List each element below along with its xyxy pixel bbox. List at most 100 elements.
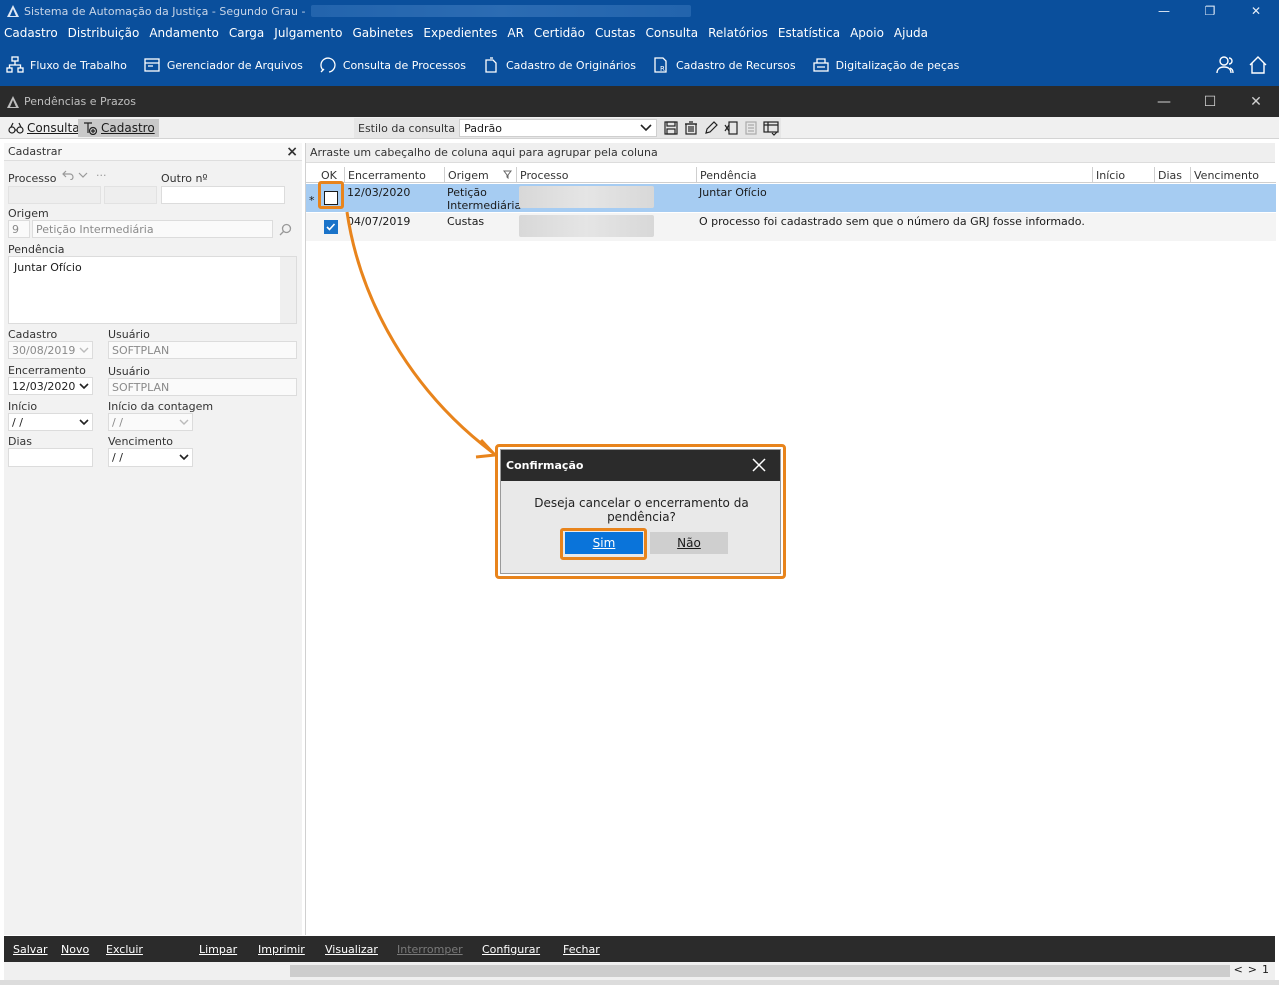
close-button[interactable]: ✕ [1233, 0, 1279, 22]
query-style-value: Padrão [464, 121, 502, 135]
toolbar-label: Fluxo de Trabalho [30, 58, 127, 72]
toolbar-label: Digitalização de peças [835, 58, 960, 72]
grid-header: OK Encerramento Origem Processo Pendênci… [306, 167, 1276, 183]
menu-cadastro[interactable]: Cadastro [4, 26, 58, 40]
query-style-label: Estilo da consulta [358, 121, 456, 135]
users-icon[interactable] [1215, 54, 1237, 76]
menu-ajuda[interactable]: Ajuda [894, 26, 928, 40]
cadastrar-header: Cadastrar × [4, 143, 302, 161]
toolbar-cadastro-de-originarios[interactable]: Cadastro de Originários [482, 56, 636, 74]
pager-prev-button[interactable]: < [1234, 963, 1243, 976]
horizontal-scrollbar[interactable] [290, 965, 1230, 977]
outro-numero-input[interactable] [161, 186, 285, 204]
column-header-encerramento[interactable]: Encerramento [345, 167, 445, 183]
cadastro-date-select[interactable]: 30/08/2019 [8, 341, 93, 359]
no-button-label: Não [677, 536, 701, 550]
close-icon[interactable] [750, 456, 768, 474]
child-close-button[interactable]: ✕ [1233, 86, 1279, 117]
inicio-contagem-value: / / [112, 415, 123, 429]
dialog-message: Deseja cancelar o encerramento da pendên… [534, 496, 749, 524]
toolbar-consulta-de-processos[interactable]: Consulta de Processos [319, 56, 466, 74]
column-header-dias[interactable]: Dias [1155, 167, 1191, 183]
menu-carga[interactable]: Carga [229, 26, 264, 40]
app-title-bar: Sistema de Automação da Justiça - Segund… [0, 0, 1279, 22]
undo-icon[interactable] [62, 170, 74, 180]
interromper-button[interactable]: Interromper [397, 936, 463, 962]
edit-style-icon[interactable] [703, 120, 719, 136]
inicio-date-select[interactable]: / / [8, 413, 93, 431]
menu-relatorios[interactable]: Relatórios [708, 26, 768, 40]
origem-description-input[interactable]: Petição Intermediária [32, 220, 273, 238]
restore-button[interactable]: ❐ [1187, 0, 1233, 22]
cell-origem-line1: Custas [447, 215, 485, 228]
column-header-inicio[interactable]: Início [1093, 167, 1155, 183]
menu-julgamento[interactable]: Julgamento [274, 26, 342, 40]
menu-ar[interactable]: AR [507, 26, 524, 40]
minimize-button[interactable]: — [1141, 0, 1187, 22]
child-logo-icon [7, 95, 19, 108]
no-button[interactable]: Não [650, 532, 728, 554]
menu-consulta[interactable]: Consulta [646, 26, 699, 40]
vencimento-date-select[interactable]: / / [108, 448, 193, 467]
tab-cadastro[interactable]: Cadastro [78, 119, 159, 137]
toolbar-label: Gerenciador de Arquivos [166, 58, 303, 72]
toolbar-cadastro-de-recursos[interactable]: R Cadastro de Recursos [652, 56, 796, 74]
limpar-button[interactable]: Limpar [199, 936, 237, 962]
pendencia-textarea[interactable]: Juntar Ofício [8, 256, 297, 324]
grid-config-icon[interactable] [763, 120, 779, 136]
column-header-origem[interactable]: Origem [445, 167, 517, 183]
menu-andamento[interactable]: Andamento [149, 26, 219, 40]
column-header-processo[interactable]: Processo [517, 167, 697, 183]
ok-checkbox[interactable] [324, 220, 338, 234]
tab-consulta[interactable]: Consulta [4, 119, 84, 137]
home-icon[interactable] [1247, 54, 1269, 76]
usuario-cadastro-input[interactable]: SOFTPLAN [108, 341, 297, 359]
child-maximize-button[interactable]: ☐ [1187, 86, 1233, 117]
pendencia-scrollbar[interactable] [280, 257, 296, 323]
usuario-encerramento-input[interactable]: SOFTPLAN [108, 378, 297, 396]
menu-custas[interactable]: Custas [595, 26, 636, 40]
configurar-button[interactable]: Configurar [482, 936, 540, 962]
dias-input[interactable] [8, 448, 93, 467]
pager-next-button[interactable]: > [1248, 963, 1257, 976]
query-style-select[interactable]: Padrão [459, 119, 658, 137]
dialog-title: Confirmação [501, 450, 780, 481]
table-row[interactable]: * 12/03/2020 Petição Intermediária Junta… [306, 184, 1276, 212]
search-icon[interactable] [279, 223, 292, 236]
menu-certidao[interactable]: Certidão [534, 26, 585, 40]
menu-expedientes[interactable]: Expedientes [423, 26, 497, 40]
processo-suffix-input[interactable] [104, 186, 157, 204]
visualizar-button[interactable]: Visualizar [325, 936, 378, 962]
menu-apoio[interactable]: Apoio [850, 26, 884, 40]
toolbar-fluxo-de-trabalho[interactable]: Fluxo de Trabalho [6, 56, 127, 74]
imprimir-button[interactable]: Imprimir [258, 936, 305, 962]
child-minimize-button[interactable]: — [1141, 86, 1187, 117]
more-icon[interactable]: ··· [96, 169, 107, 182]
fechar-button[interactable]: Fechar [563, 936, 600, 962]
group-by-hint: Arraste um cabeçalho de coluna aqui para… [306, 143, 1275, 163]
excluir-button[interactable]: Excluir [106, 936, 143, 962]
chevron-down-icon[interactable] [78, 172, 88, 180]
filter-icon[interactable] [503, 170, 512, 179]
column-header-vencimento[interactable]: Vencimento [1191, 167, 1276, 183]
menu-distribuicao[interactable]: Distribuição [68, 26, 140, 40]
column-header-pendencia[interactable]: Pendência [697, 167, 1093, 183]
close-icon[interactable]: × [286, 144, 298, 160]
toolbar-digitalizacao-de-pecas[interactable]: Digitalização de peças [812, 56, 960, 74]
export-excel-icon[interactable] [723, 120, 739, 136]
table-row[interactable]: 04/07/2019 Custas O processo foi cadastr… [306, 213, 1276, 241]
salvar-button[interactable]: Salvar [13, 936, 48, 962]
menu-gabinetes[interactable]: Gabinetes [352, 26, 413, 40]
save-style-icon[interactable] [663, 120, 679, 136]
processo-input[interactable] [8, 186, 101, 204]
menu-estatistica[interactable]: Estatística [778, 26, 840, 40]
encerramento-date-select[interactable]: 12/03/2020 [8, 377, 93, 395]
toolbar-gerenciador-de-arquivos[interactable]: Gerenciador de Arquivos [143, 56, 303, 74]
novo-button[interactable]: Novo [61, 936, 89, 962]
delete-style-icon[interactable] [683, 120, 699, 136]
inicio-contagem-select[interactable]: / / [108, 413, 193, 431]
yes-button-highlight [560, 528, 647, 560]
toolbar-label: Consulta de Processos [342, 58, 466, 72]
origem-code-input[interactable]: 9 [8, 220, 30, 238]
recursos-icon: R [654, 57, 667, 73]
